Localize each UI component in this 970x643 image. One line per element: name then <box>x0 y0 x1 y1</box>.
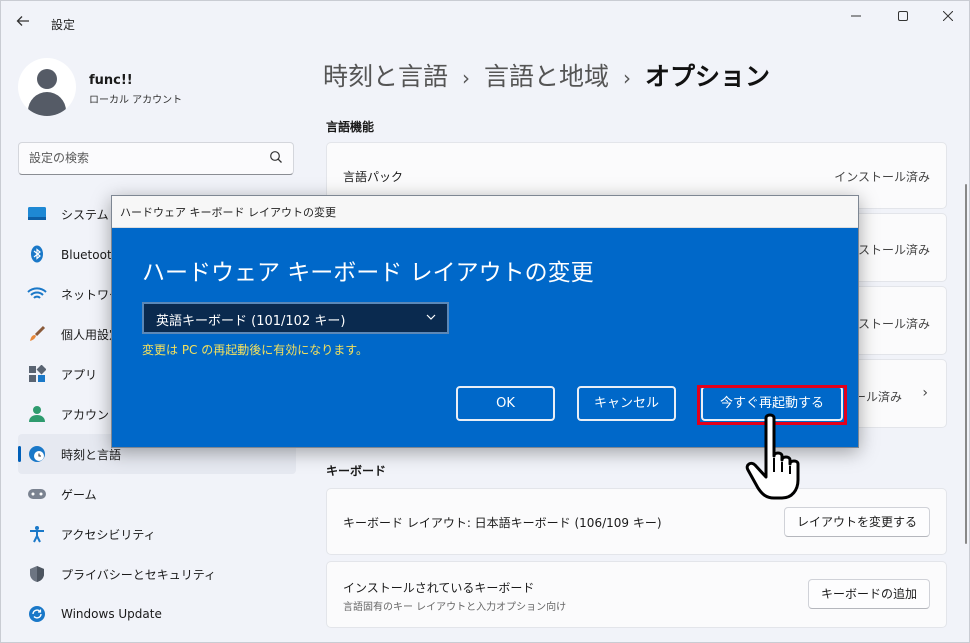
active-indicator <box>18 446 21 462</box>
chevron-right-icon: › <box>922 385 928 401</box>
time-language-icon <box>26 443 48 465</box>
installed-keyboards-subtext: 言語固有のキー レイアウトと入力オプション向け <box>343 602 567 613</box>
sidebar-item-label: アプリ <box>61 367 98 382</box>
keyboard-layout-label: キーボード レイアウト: 日本語キーボード (106/109 キー) <box>343 516 662 530</box>
sidebar-item-label: プライバシーとセキュリティ <box>61 567 217 582</box>
sidebar-item-label: システム <box>61 207 109 222</box>
chevron-down-icon <box>426 314 436 320</box>
gamepad-icon <box>26 483 48 505</box>
app-title: 設定 <box>51 18 76 32</box>
shield-icon <box>26 563 48 585</box>
search-icon[interactable] <box>269 150 283 164</box>
avatar-body <box>28 92 66 116</box>
sidebar-item-gaming[interactable]: ゲーム <box>18 474 296 514</box>
sidebar-item-label: 時刻と言語 <box>61 447 122 462</box>
add-keyboard-button[interactable]: キーボードの追加 <box>807 579 930 609</box>
sidebar-item-label: ゲーム <box>61 487 97 502</box>
status-text: インストール済み <box>834 170 930 184</box>
accessibility-icon <box>26 523 48 545</box>
maximize-icon[interactable] <box>880 5 926 29</box>
chevron-right-icon: › <box>623 66 632 90</box>
close-icon[interactable] <box>925 5 970 29</box>
sidebar-item-privacy[interactable]: プライバシーとセキュリティ <box>18 554 296 594</box>
search-box[interactable] <box>18 142 294 175</box>
breadcrumb-time-language[interactable]: 時刻と言語 <box>323 62 448 91</box>
selected-layout: 英語キーボード (101/102 キー) <box>156 314 346 329</box>
breadcrumb: 時刻と言語 › 言語と地域 › オプション <box>323 57 770 93</box>
keyboard-layout-select[interactable]: 英語キーボード (101/102 キー) <box>142 302 449 334</box>
sidebar-item-label: Windows Update <box>61 607 162 621</box>
wifi-icon <box>26 283 48 305</box>
title-bar: 設定 <box>1 1 969 45</box>
restart-note: 変更は PC の再起動後に有効になります。 <box>142 343 369 357</box>
breadcrumb-language-region[interactable]: 言語と地域 <box>484 62 609 91</box>
search-input[interactable] <box>29 151 259 165</box>
scrollbar[interactable] <box>965 184 967 544</box>
back-arrow-icon[interactable] <box>11 11 35 35</box>
change-layout-button[interactable]: レイアウトを変更する <box>783 507 930 537</box>
avatar[interactable] <box>18 58 76 116</box>
update-icon <box>26 603 48 625</box>
sidebar-item-label: アクセシビリティ <box>61 527 156 542</box>
dialog-heading: ハードウェア キーボード レイアウトの変更 <box>142 260 594 286</box>
hand-pointer-icon <box>745 413 800 500</box>
account-type: ローカル アカウント <box>89 95 183 106</box>
chevron-right-icon: › <box>462 66 471 90</box>
user-name: func!! <box>89 73 133 88</box>
ok-button[interactable]: OK <box>456 386 555 421</box>
installed-keyboards-label: インストールされているキーボード <box>343 581 535 595</box>
account-icon <box>26 403 48 425</box>
card-keyboard-layout: キーボード レイアウト: 日本語キーボード (106/109 キー) レイアウト… <box>326 488 947 555</box>
card-installed-keyboards: インストールされているキーボード 言語固有のキー レイアウトと入力オプション向け… <box>326 561 947 628</box>
card-label: 言語パック <box>343 170 404 184</box>
apps-icon <box>26 363 48 385</box>
dialog-title-bar: ハードウェア キーボード レイアウトの変更 <box>112 196 858 228</box>
minimize-icon[interactable] <box>833 5 879 29</box>
system-icon <box>26 203 48 225</box>
cancel-button[interactable]: キャンセル <box>577 386 676 421</box>
sidebar-item-accessibility[interactable]: アクセシビリティ <box>18 514 296 554</box>
avatar-head <box>37 69 57 89</box>
page-title: オプション <box>645 62 771 91</box>
sidebar-item-windows-update[interactable]: Windows Update <box>18 594 296 634</box>
section-title-language-features: 言語機能 <box>326 120 375 134</box>
section-title-keyboard: キーボード <box>326 464 387 478</box>
bluetooth-icon <box>26 243 48 265</box>
brush-icon <box>26 323 48 345</box>
